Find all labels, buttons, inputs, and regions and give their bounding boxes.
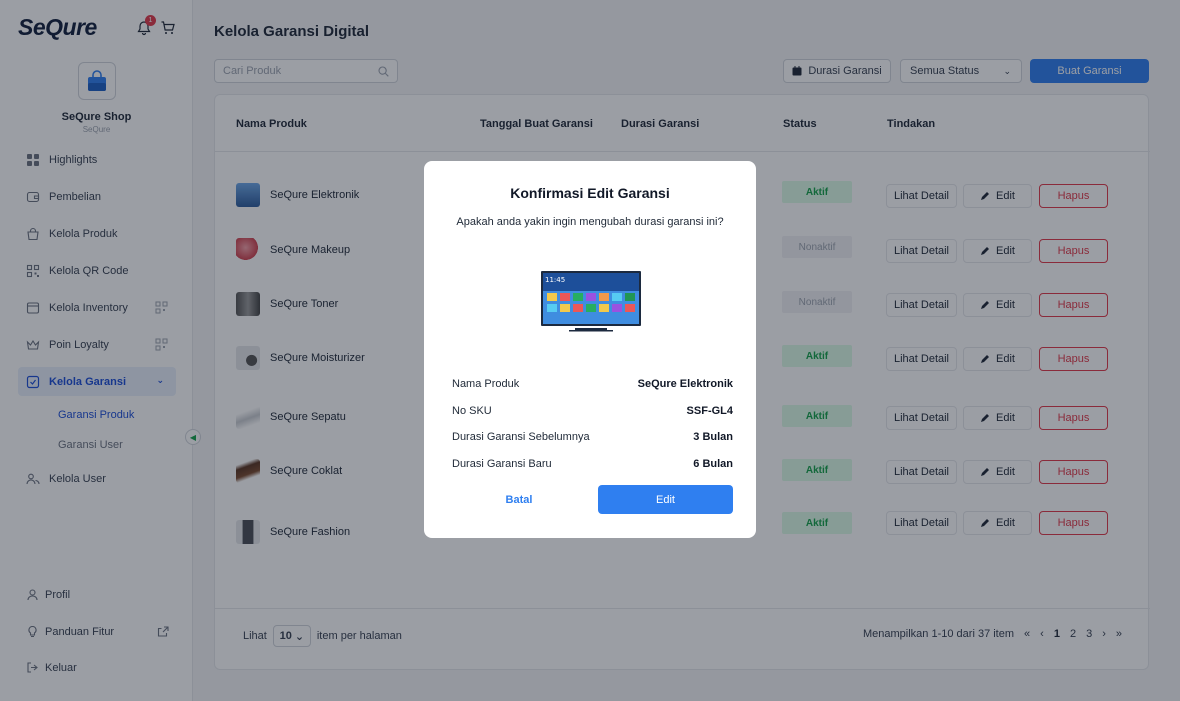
field-label: Durasi Garansi Sebelumnya: [452, 431, 590, 443]
field-label: No SKU: [452, 405, 492, 417]
field-value: SSF-GL4: [686, 405, 733, 417]
field-value: 6 Bulan: [693, 458, 733, 470]
field-value: SeQure Elektronik: [637, 378, 733, 390]
modal-field-no-sku: No SKU SSF-GL4: [452, 405, 733, 417]
modal-field-durasi-sebelumnya: Durasi Garansi Sebelumnya 3 Bulan: [452, 431, 733, 443]
batal-button[interactable]: Batal: [452, 485, 586, 514]
field-label: Nama Produk: [452, 378, 520, 390]
product-image-tv: 11:45: [541, 271, 641, 332]
field-label: Durasi Garansi Baru: [452, 458, 552, 470]
modal-field-durasi-baru: Durasi Garansi Baru 6 Bulan: [452, 458, 733, 470]
modal-title: Konfirmasi Edit Garansi: [510, 185, 670, 201]
field-value: 3 Bulan: [693, 431, 733, 443]
tv-screen-time: 11:45: [545, 276, 565, 284]
confirm-edit-button[interactable]: Edit: [598, 485, 733, 514]
modal-description: Apakah anda yakin ingin mengubah durasi …: [456, 216, 724, 228]
modal-field-nama-produk: Nama Produk SeQure Elektronik: [452, 378, 733, 390]
confirm-edit-modal: Konfirmasi Edit Garansi Apakah anda yaki…: [424, 161, 756, 538]
